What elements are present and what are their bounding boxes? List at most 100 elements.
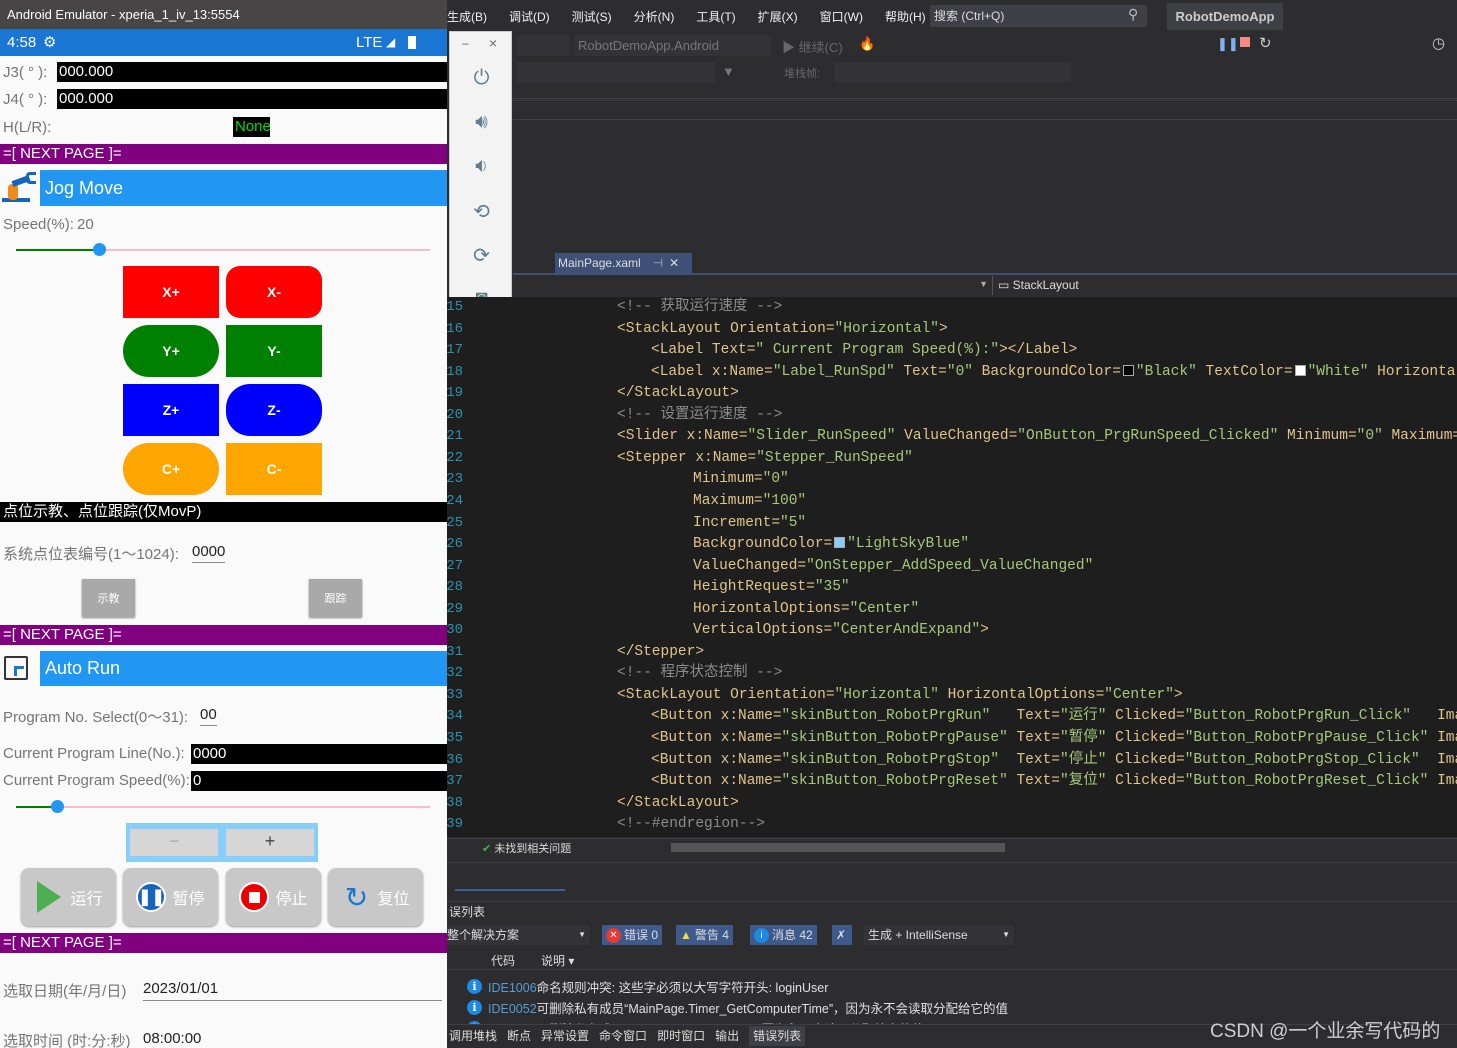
scope-dropdown[interactable]: 整个解决方案 ▼	[447, 925, 590, 945]
minimize-button[interactable]: –	[462, 36, 469, 50]
bottom-tab[interactable]: 即时窗口	[657, 1029, 705, 1043]
stepper-minus-button[interactable]: −	[130, 829, 218, 856]
col-desc-label: 说明	[541, 954, 566, 968]
bottom-tab[interactable]: 断点	[507, 1029, 531, 1043]
hot-reload-icon[interactable]: 🔥	[859, 36, 875, 52]
next-page-bar[interactable]: =[ NEXT PAGE ]=	[0, 144, 447, 164]
stop-button[interactable]: 停止	[226, 868, 321, 926]
bottom-tab[interactable]: 调用堆栈	[449, 1029, 497, 1043]
clock-icon[interactable]: ◷	[1432, 34, 1445, 52]
time-picker[interactable]: 08:00:00	[143, 1030, 201, 1047]
pause-icon[interactable]: ❚❚	[1217, 36, 1239, 52]
col-description[interactable]: 说明 ▾	[541, 952, 574, 969]
menu-item[interactable]: 帮助(H)	[885, 10, 926, 24]
jog-speed-slider[interactable]	[16, 243, 430, 256]
error-code: IDE1006	[488, 981, 537, 995]
bottom-tab[interactable]: 异常设置	[541, 1029, 589, 1043]
restart-icon[interactable]: ↻	[1259, 34, 1272, 52]
warning-icon: ▲	[680, 928, 692, 942]
jog-button-xplus[interactable]: X+	[123, 266, 219, 318]
filter-icon[interactable]: ▼	[722, 64, 735, 79]
code-token: VerticalOptions=	[693, 622, 833, 639]
bottom-tab[interactable]: 输出	[715, 1029, 739, 1043]
jog-button-xminus[interactable]: X-	[226, 266, 322, 318]
code-token: <!-- 获取运行速度 -->	[617, 299, 783, 315]
slider-thumb[interactable]	[92, 243, 106, 256]
error-list-row[interactable]: i IDE1006命名规则冲突: 这些字必须以大写字符开头: loginUser	[467, 977, 828, 996]
reset-button[interactable]: ↻ 复位	[328, 868, 423, 926]
config-dropdown[interactable]	[517, 35, 570, 56]
continue-button[interactable]: ▶ 继续(C)	[782, 37, 843, 56]
messages-filter[interactable]: i 消息 42	[750, 925, 817, 945]
line-number: 28	[447, 579, 463, 596]
track-button[interactable]: 跟踪	[309, 579, 362, 617]
errors-filter[interactable]: ✕ 错误 0	[602, 925, 663, 945]
bottom-tab[interactable]: 错误列表	[749, 1026, 806, 1046]
col-code[interactable]: 代码	[491, 952, 515, 969]
menu-item[interactable]: 测试(S)	[572, 10, 612, 24]
menu-item[interactable]: 调试(D)	[509, 10, 550, 24]
slider-fill	[16, 249, 99, 251]
volume-down-icon[interactable]: 🔉︎	[450, 155, 513, 178]
continue-label: 继续(C)	[798, 40, 843, 55]
code-token: "Button_RobotPrgPause_Click"	[1184, 730, 1429, 746]
toolbar: RobotDemoApp.Android ▶ 继续(C) 🔥 ❚❚ ↻ ◷ ▼ …	[447, 31, 1457, 99]
menu-item[interactable]: 窗口(W)	[820, 10, 863, 24]
code-token: "Slider_RunSpeed"	[747, 428, 896, 445]
code-editor[interactable]: 15 <!-- 获取运行速度 --> 16 <StackLayout Orientat…	[447, 297, 1457, 837]
code-token: Clicked=	[1106, 751, 1185, 768]
rotate-right-icon[interactable]: ⟳	[450, 243, 513, 268]
tab-mainpage-xaml[interactable]: MainPage.xaml ⊣ ✕	[555, 253, 692, 273]
menu-item[interactable]: 生成(B)	[447, 10, 487, 24]
build-filter-dropdown[interactable]: 生成 + IntelliSense ▼	[864, 925, 1014, 945]
battery-icon	[408, 36, 416, 49]
point-input[interactable]: 0000	[192, 543, 226, 563]
pin-icon[interactable]: ⊣	[653, 256, 663, 270]
jog-button-yminus[interactable]: Y-	[226, 325, 322, 377]
nav-member-dropdown[interactable]: ▭ StackLayout	[998, 276, 1457, 295]
teach-button[interactable]: 示教	[82, 579, 135, 617]
jog-button-cminus[interactable]: C-	[226, 443, 322, 495]
startup-project-dropdown[interactable]: RobotDemoApp.Android	[574, 35, 771, 56]
volume-up-icon[interactable]: 🔊︎	[450, 111, 513, 134]
slider-thumb[interactable]	[51, 800, 65, 813]
search-box[interactable]: 搜索 (Ctrl+Q)	[930, 5, 1147, 27]
prog-select-input[interactable]: 00	[200, 706, 217, 726]
menu-item[interactable]: 工具(T)	[696, 10, 735, 24]
code-line: <Button x:Name="skinButton_RobotPrgReset…	[651, 771, 1457, 792]
power-icon[interactable]: ⏻	[450, 67, 513, 90]
jog-button-zminus[interactable]: Z-	[226, 384, 322, 436]
close-tab-icon[interactable]: ✕	[669, 256, 679, 270]
line-number: 36	[447, 751, 463, 768]
menu-item[interactable]: 分析(N)	[634, 10, 675, 24]
nav-type-dropdown[interactable]: ▼	[513, 276, 993, 295]
bottom-tab[interactable]: 命令窗口	[599, 1029, 647, 1043]
stepper-plus-button[interactable]: +	[226, 829, 314, 856]
pause-button[interactable]: ❚❚ 暂停	[123, 868, 218, 926]
process-dropdown[interactable]	[517, 62, 715, 83]
code-token: "Button_RobotPrgReset_Click"	[1184, 773, 1429, 790]
run-button[interactable]: 运行	[21, 868, 116, 926]
stop-label: 停止	[275, 891, 308, 908]
warnings-filter[interactable]: ▲ 警告 4	[676, 925, 733, 945]
tab-label: MainPage.xaml	[558, 256, 641, 270]
error-code: IDE0052	[488, 1002, 537, 1016]
jog-button-yplus[interactable]: Y+	[123, 325, 219, 377]
code-token: <Button x:Name=	[651, 751, 782, 768]
menu-item[interactable]: 扩展(X)	[758, 10, 798, 24]
next-page-bar[interactable]: =[ NEXT PAGE ]=	[0, 625, 447, 645]
next-page-bar[interactable]: =[ NEXT PAGE ]=	[0, 933, 447, 953]
date-picker[interactable]: 2023/01/01	[143, 980, 442, 1001]
stack-frame-dropdown[interactable]	[834, 62, 1071, 83]
clear-filter-icon[interactable]: ✗	[832, 925, 852, 945]
stop-icon[interactable]	[1240, 37, 1250, 47]
close-button[interactable]: ×	[489, 35, 497, 51]
run-speed-slider[interactable]	[16, 800, 430, 813]
jog-button-cplus[interactable]: C+	[123, 443, 219, 495]
code-token: "停止"	[1060, 751, 1107, 768]
error-list-row[interactable]: i IDE0052可删除私有成员“MainPage.Timer_GetComput…	[467, 998, 1008, 1017]
horizontal-scrollbar[interactable]	[671, 843, 1005, 852]
line-number: 34	[447, 708, 463, 725]
jog-button-zplus[interactable]: Z+	[123, 384, 219, 436]
rotate-left-icon[interactable]: ⟲	[450, 199, 513, 224]
